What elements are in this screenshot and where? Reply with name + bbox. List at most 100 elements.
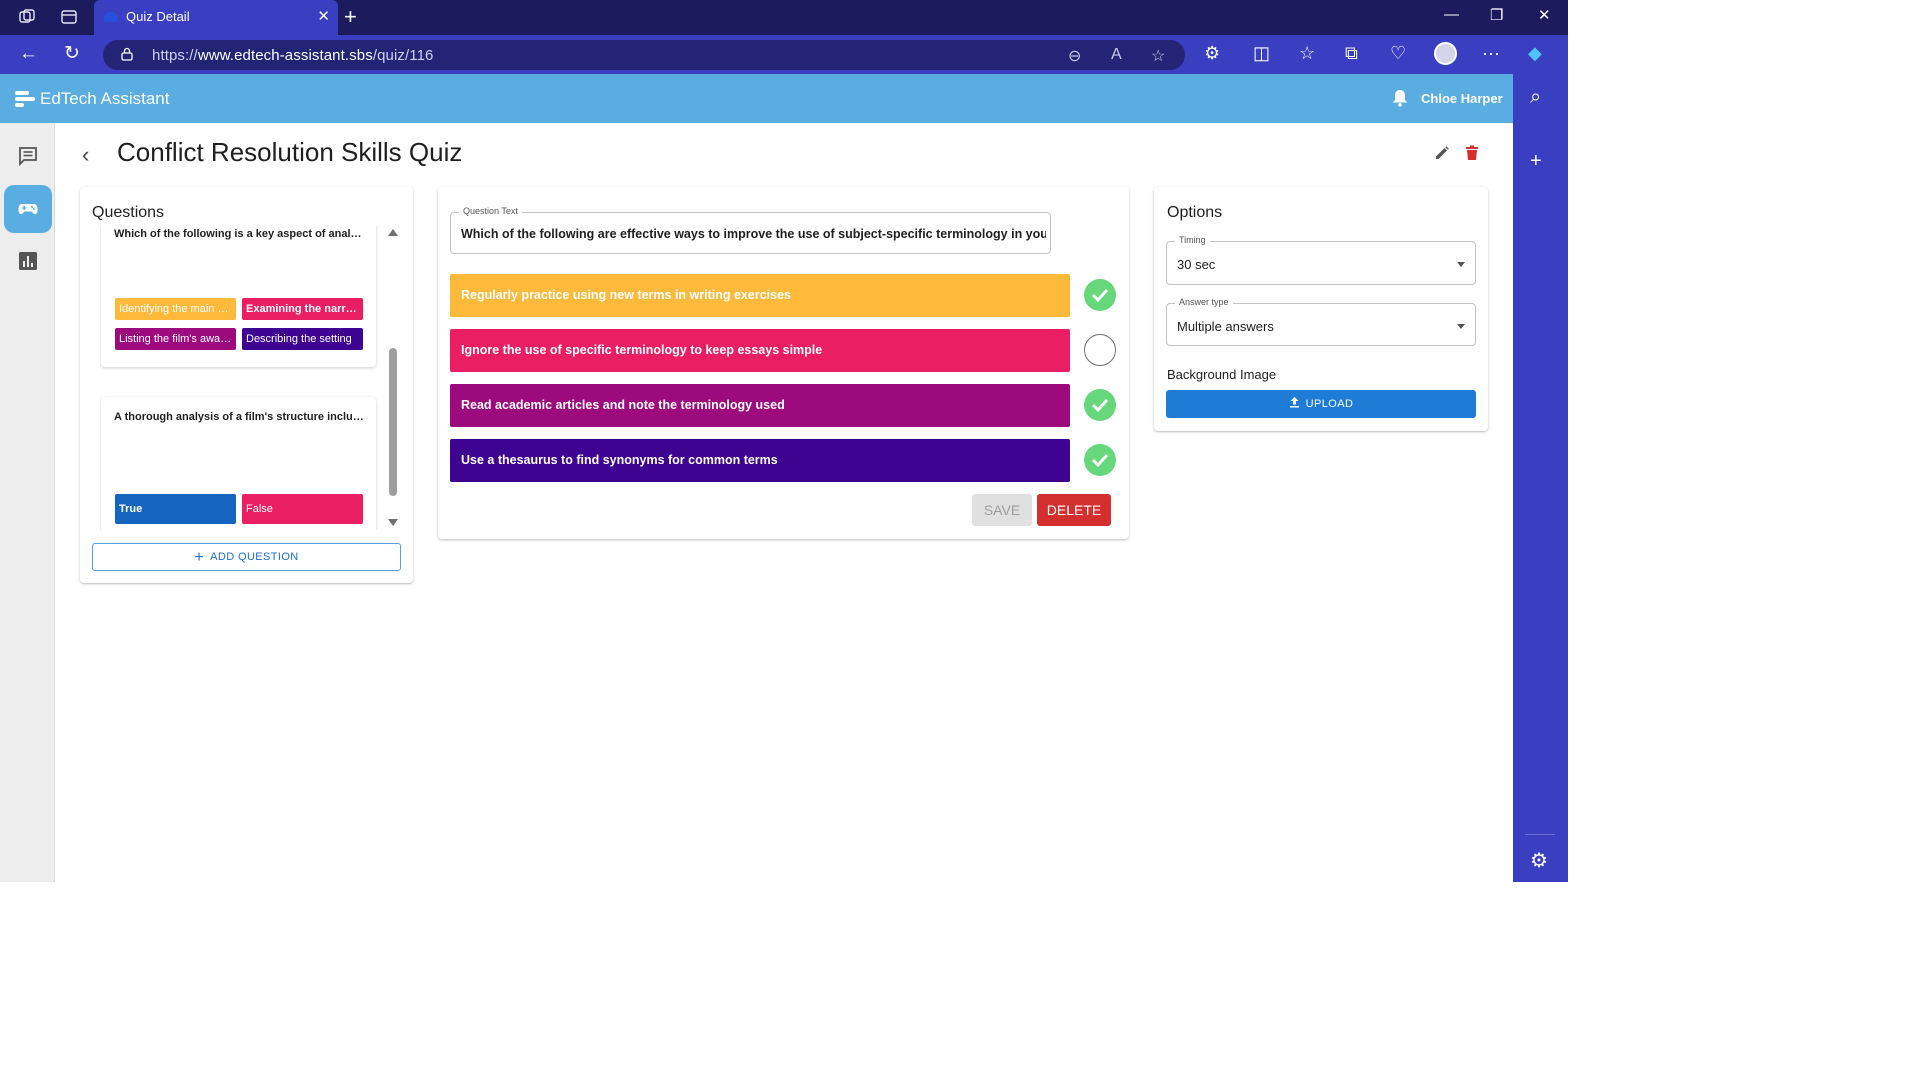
- options-title: Options: [1167, 204, 1223, 221]
- sidebar-settings-icon[interactable]: ⚙: [1530, 848, 1548, 873]
- question-item-text: A thorough analysis of a film's structur…: [114, 411, 364, 423]
- sidebar-add-icon[interactable]: +: [1530, 150, 1542, 173]
- questions-list[interactable]: Which of the following is a key aspect o…: [100, 226, 400, 530]
- favorites-icon[interactable]: ☆: [1299, 43, 1315, 64]
- browser-nav-bar: ← ↻ https://www.edtech-assistant.sbs/qui…: [0, 35, 1568, 74]
- answer-chip: Examining the narrative arc: [242, 298, 363, 320]
- questions-scrollbar[interactable]: [389, 348, 397, 496]
- tab-actions-icon[interactable]: [59, 8, 79, 28]
- chat-icon: [19, 147, 37, 167]
- scroll-down-arrow[interactable]: [388, 519, 398, 526]
- nav-reports[interactable]: [4, 237, 52, 285]
- delete-question-button[interactable]: DELETE: [1037, 494, 1111, 526]
- lock-icon: [121, 47, 133, 61]
- browser-tab-bar: Quiz Detail ✕ + — ❐ ✕: [0, 0, 1568, 35]
- page-title: Conflict Resolution Skills Quiz: [117, 137, 463, 167]
- scroll-up-arrow[interactable]: [388, 229, 398, 236]
- checkmark-icon: [1091, 398, 1109, 413]
- minimize-icon[interactable]: —: [1444, 6, 1459, 23]
- add-question-button[interactable]: + ADD QUESTION: [92, 543, 401, 571]
- timing-label: Timing: [1175, 235, 1210, 245]
- background-image-label: Background Image: [1167, 367, 1277, 382]
- browser-sidebar: ⌕ + ⚙: [1513, 74, 1568, 882]
- delete-quiz-icon[interactable]: [1465, 145, 1479, 161]
- answer-type-label: Answer type: [1175, 297, 1233, 307]
- restore-icon[interactable]: ❐: [1490, 6, 1503, 24]
- profile-avatar[interactable]: [1434, 42, 1457, 65]
- correct-toggle[interactable]: [1084, 334, 1116, 366]
- add-question-label: ADD QUESTION: [210, 551, 299, 563]
- timing-select[interactable]: Timing 30 sec: [1166, 235, 1476, 285]
- answer-option[interactable]: Regularly practice using new terms in wr…: [450, 274, 1070, 317]
- answer-option[interactable]: Ignore the use of specific terminology t…: [450, 329, 1070, 372]
- question-text-value[interactable]: Which of the following are effective way…: [461, 227, 1046, 241]
- dropdown-caret-icon: [1457, 324, 1465, 329]
- checkmark-icon: [1091, 453, 1109, 468]
- answer-chip: Listing the film's awards: [115, 328, 236, 350]
- question-item[interactable]: A thorough analysis of a film's structur…: [101, 397, 376, 530]
- checkmark-icon: [1091, 288, 1109, 303]
- plus-icon: +: [194, 549, 205, 566]
- tab-title: Quiz Detail: [126, 9, 190, 24]
- back-arrow-icon[interactable]: ←: [19, 44, 38, 64]
- tab-quiz-detail[interactable]: Quiz Detail ✕: [94, 0, 338, 35]
- answer-chip: False: [242, 494, 363, 524]
- read-aloud-icon[interactable]: A: [1111, 46, 1122, 64]
- split-screen-icon[interactable]: ◫: [1253, 43, 1270, 64]
- sidebar-search-icon[interactable]: ⌕: [1530, 86, 1541, 109]
- answer-option[interactable]: Use a thesaurus to find synonyms for com…: [450, 439, 1070, 482]
- answer-chip: Identifying the main character: [115, 298, 236, 320]
- app-nav-rail: [0, 123, 55, 882]
- upload-icon: [1289, 397, 1299, 408]
- refresh-icon[interactable]: ↻: [64, 44, 80, 64]
- notification-bell-icon[interactable]: [1392, 89, 1408, 107]
- bar-chart-icon: [19, 252, 37, 270]
- answer-type-value: Multiple answers: [1177, 319, 1274, 334]
- tab-favicon-icon: [104, 12, 118, 22]
- back-chevron-icon[interactable]: ‹: [82, 142, 89, 168]
- brand-logo-icon: [15, 91, 35, 107]
- nav-quiz[interactable]: [4, 185, 52, 233]
- brand-name[interactable]: EdTech Assistant: [40, 89, 169, 109]
- new-tab-icon[interactable]: +: [344, 4, 357, 30]
- browser-essentials-icon[interactable]: ♡: [1390, 43, 1406, 64]
- nav-chat[interactable]: [4, 132, 52, 180]
- question-text-label: Question Text: [459, 206, 522, 216]
- upload-button[interactable]: UPLOAD: [1166, 390, 1476, 418]
- answer-chip: Describing the setting: [242, 328, 363, 350]
- gamepad-icon: [18, 204, 38, 215]
- workspaces-icon[interactable]: [17, 8, 37, 28]
- zoom-out-icon[interactable]: ⊖: [1068, 46, 1081, 66]
- answer-text[interactable]: Ignore the use of specific terminology t…: [461, 343, 822, 357]
- timing-value: 30 sec: [1177, 257, 1216, 272]
- copilot-icon[interactable]: ◆: [1528, 43, 1542, 64]
- save-button[interactable]: SAVE: [972, 494, 1032, 526]
- collections-icon[interactable]: ⧉: [1345, 43, 1358, 64]
- answer-text[interactable]: Read academic articles and note the term…: [461, 398, 785, 412]
- url-text: https://www.edtech-assistant.sbs/quiz/11…: [152, 47, 434, 64]
- question-item-text: Which of the following is a key aspect o…: [114, 228, 364, 240]
- answer-text[interactable]: Use a thesaurus to find synonyms for com…: [461, 453, 778, 467]
- extensions-icon[interactable]: ⚙: [1204, 43, 1220, 64]
- tab-close-icon[interactable]: ✕: [317, 7, 330, 25]
- edit-pencil-icon[interactable]: [1434, 145, 1450, 161]
- answer-chip: True: [115, 494, 236, 524]
- question-text-field[interactable]: Question Text Which of the following are…: [450, 206, 1051, 254]
- answer-type-select[interactable]: Answer type Multiple answers: [1166, 297, 1476, 346]
- address-bar[interactable]: https://www.edtech-assistant.sbs/quiz/11…: [103, 40, 1185, 70]
- question-item[interactable]: Which of the following is a key aspect o…: [101, 226, 376, 367]
- close-window-icon[interactable]: ✕: [1538, 6, 1551, 24]
- more-menu-icon[interactable]: ···: [1482, 43, 1500, 64]
- correct-toggle[interactable]: [1084, 444, 1116, 476]
- correct-toggle[interactable]: [1084, 389, 1116, 421]
- favorite-star-icon[interactable]: ☆: [1151, 46, 1165, 66]
- dropdown-caret-icon: [1457, 262, 1465, 267]
- answer-text[interactable]: Regularly practice using new terms in wr…: [461, 288, 791, 302]
- app-header: EdTech Assistant Chloe Harper: [0, 74, 1513, 123]
- answer-option[interactable]: Read academic articles and note the term…: [450, 384, 1070, 427]
- user-name[interactable]: Chloe Harper: [1421, 91, 1503, 106]
- correct-toggle[interactable]: [1084, 279, 1116, 311]
- sidebar-divider: [1525, 834, 1555, 835]
- questions-title: Questions: [92, 204, 165, 221]
- upload-label: UPLOAD: [1305, 398, 1354, 410]
